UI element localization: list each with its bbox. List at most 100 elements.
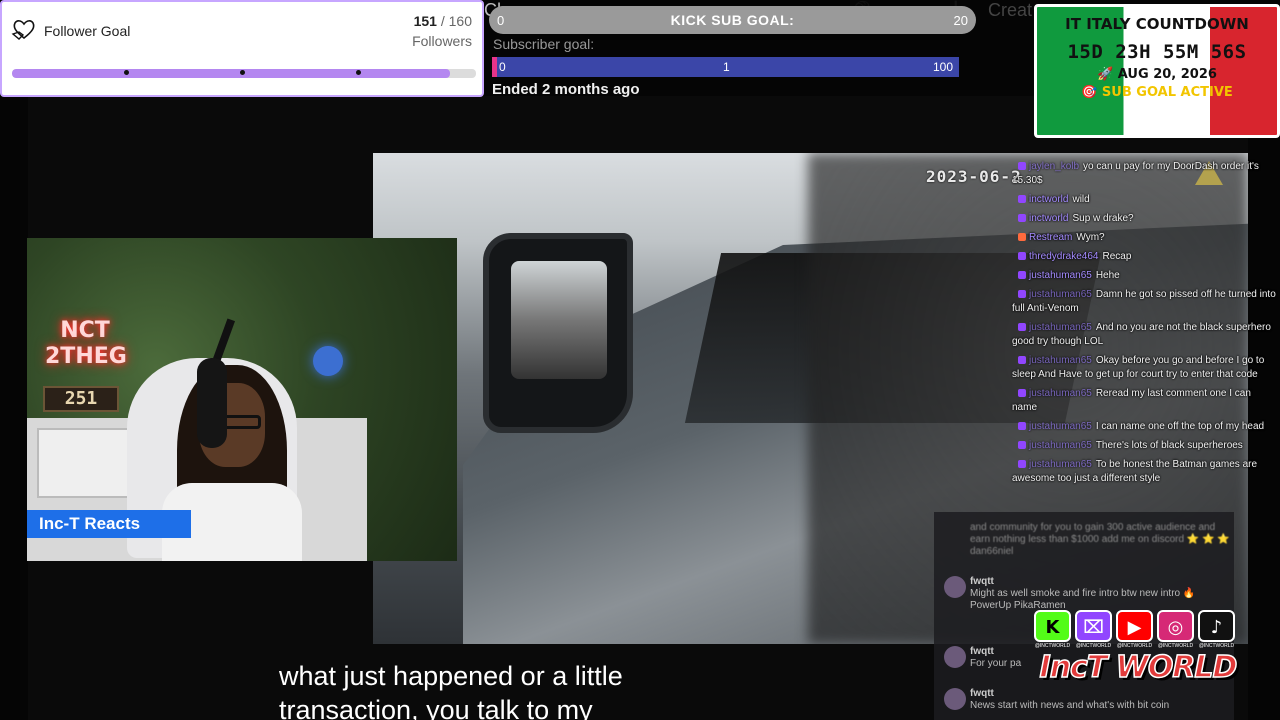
chat-username: jaylen_kolb (1029, 161, 1080, 172)
platform-icon (1018, 271, 1026, 279)
avatar (944, 646, 966, 668)
chat-username: justahuman65 (1029, 270, 1092, 281)
chat-username: Restream (1029, 232, 1073, 243)
platform-icon (1018, 162, 1026, 170)
chat-message: justahuman65 And no you are not the black… (1012, 321, 1277, 349)
social-handle: @INCTWORLD (1198, 643, 1235, 649)
chat-promo-message: and community for you to gain 300 active… (970, 522, 1230, 557)
side-mirror (483, 233, 633, 433)
social-handle: @INCTWORLD (1034, 643, 1071, 649)
chat-message: jaylen_kolb yo can u pay for my DoorDash … (1012, 160, 1277, 188)
platform-icon (1018, 252, 1026, 260)
chat-text: Sup w drake? (1072, 213, 1134, 224)
chat-username: inctworld (1029, 213, 1069, 224)
follower-target: 160 (448, 13, 472, 29)
chat-message: inctworld Sup w drake? (1012, 212, 1277, 226)
countdown-time: 15D 23H 55M 56S (1067, 41, 1247, 63)
platform-icon (1018, 290, 1026, 298)
chat-text: I can name one off the top of my head (1095, 421, 1265, 432)
platform-icon (1018, 356, 1026, 364)
chat-username: justahuman65 (1029, 289, 1092, 300)
kick-sub-goal-bar: 0 KICK SUB GOAL: 20 (489, 6, 976, 34)
chat-username: justahuman65 (1029, 421, 1092, 432)
countdown-date: 🚀 AUG 20, 2026 (1097, 67, 1217, 82)
chat-username: justahuman65 (1029, 459, 1092, 470)
avatar (944, 688, 966, 710)
youtube-icon: ▶ (1116, 610, 1153, 642)
chat-text: Recap (1102, 251, 1132, 262)
follower-goal-title: Follower Goal (44, 23, 131, 39)
subscriber-goal-bar: 0 1 100 (492, 57, 959, 77)
chat-message: Restream Wym? (1012, 231, 1277, 245)
follower-count: 151 / 160 (414, 13, 472, 29)
kick-goal-max: 20 (953, 13, 968, 28)
chat-message: thredydrake464 Recap (1012, 250, 1277, 264)
platform-icon (1018, 422, 1026, 430)
neon-number: 251 (43, 386, 119, 412)
follower-goal-widget: Follower Goal 151 / 160 Followers (0, 0, 484, 97)
platform-icon (1018, 233, 1026, 241)
platform-icon (1018, 389, 1026, 397)
blue-light (313, 346, 343, 376)
webcam-feed: NCT 2THEG 251 Inc-T Reacts (27, 238, 457, 561)
neon-sign: NCT 2THEG (45, 318, 127, 369)
caption-line: what just happened or a little (279, 661, 623, 691)
subscriber-goal-status: Ended 2 months ago (492, 81, 640, 98)
subscriber-goal-min: 0 (499, 60, 506, 74)
webcam-badge: Inc-T Reacts (27, 510, 191, 538)
follower-current: 151 (413, 13, 437, 29)
avatar (944, 576, 966, 598)
platform-icon (1018, 323, 1026, 331)
caption-box: what just happened or a little transacti… (272, 656, 682, 720)
chat-text: Wym? (1076, 232, 1105, 243)
mirror-glass (511, 261, 607, 379)
social-links: K @INCTWORLD ⌧ @INCTWORLD ▶ @INCTWORLD ◎ @INCTW… (1034, 610, 1244, 650)
platform-icon (1018, 460, 1026, 468)
social-handle: @INCTWORLD (1157, 643, 1194, 649)
follower-unit: Followers (412, 33, 472, 49)
chat-username: fwqtt (970, 646, 994, 657)
chat-username: justahuman65 (1029, 388, 1092, 399)
chat-message: justahuman65 Hehe (1012, 269, 1277, 283)
platform-icon (1018, 195, 1026, 203)
social-handle: @INCTWORLD (1075, 643, 1112, 649)
chat-username: justahuman65 (1029, 355, 1092, 366)
platform-icon (1018, 214, 1026, 222)
italy-countdown: IT ITALY COUNTDOWN 15D 23H 55M 56S 🚀 AUG… (1034, 4, 1280, 138)
progress-marker (356, 70, 361, 75)
progress-marker (124, 70, 129, 75)
instagram-icon: ◎ (1157, 610, 1194, 642)
twitch-icon: ⌧ (1075, 610, 1112, 642)
chat-text: There's lots of black superheroes (1095, 440, 1243, 451)
countdown-status: 🎯 SUB GOAL ACTIVE (1081, 85, 1233, 100)
caption-line: transaction, you talk to my (279, 695, 593, 720)
subscriber-goal-label: Subscriber goal: (493, 36, 595, 52)
platform-icon (1018, 441, 1026, 449)
tiktok-icon: ♪ (1198, 610, 1235, 642)
chat-message: justahuman65 Okay before you go and befor… (1012, 354, 1277, 382)
chat-message: justahuman65 Reread my last comment one I… (1012, 387, 1277, 415)
chat-text: News start with news and what's with bit… (970, 700, 1170, 711)
follower-separator: / (436, 13, 449, 29)
progress-marker (240, 70, 245, 75)
kick-goal-title: KICK SUB GOAL: (670, 12, 795, 28)
subscriber-goal-max: 100 (932, 60, 953, 74)
chat-text: Hehe (1095, 270, 1120, 281)
chat-username: justahuman65 (1029, 322, 1092, 333)
video-timestamp: 2023-06-2 (926, 167, 1022, 186)
chat-message: justahuman65 I can name one off the top o… (1012, 420, 1277, 434)
countdown-title: IT ITALY COUNTDOWN (1065, 15, 1249, 33)
social-handle: @INCTWORLD (1116, 643, 1153, 649)
hand-heart-icon (11, 18, 37, 48)
chat-username: fwqtt (970, 576, 994, 587)
brand-logo: IncT WORLD (1039, 649, 1238, 686)
kick-icon: K (1034, 610, 1071, 642)
chat-username: thredydrake464 (1029, 251, 1099, 262)
chat-message: inctworld wild (1012, 193, 1277, 207)
chat-message: justahuman65 There's lots of black superh… (1012, 439, 1277, 453)
chat-text: Might as well smoke and fire intro btw n… (970, 588, 1196, 611)
chat-username: justahuman65 (1029, 440, 1092, 451)
follower-progress-fill (12, 69, 451, 78)
chat-username: fwqtt (970, 688, 994, 699)
chat-message: justahuman65 Damn he got so pissed off he… (1012, 288, 1277, 316)
